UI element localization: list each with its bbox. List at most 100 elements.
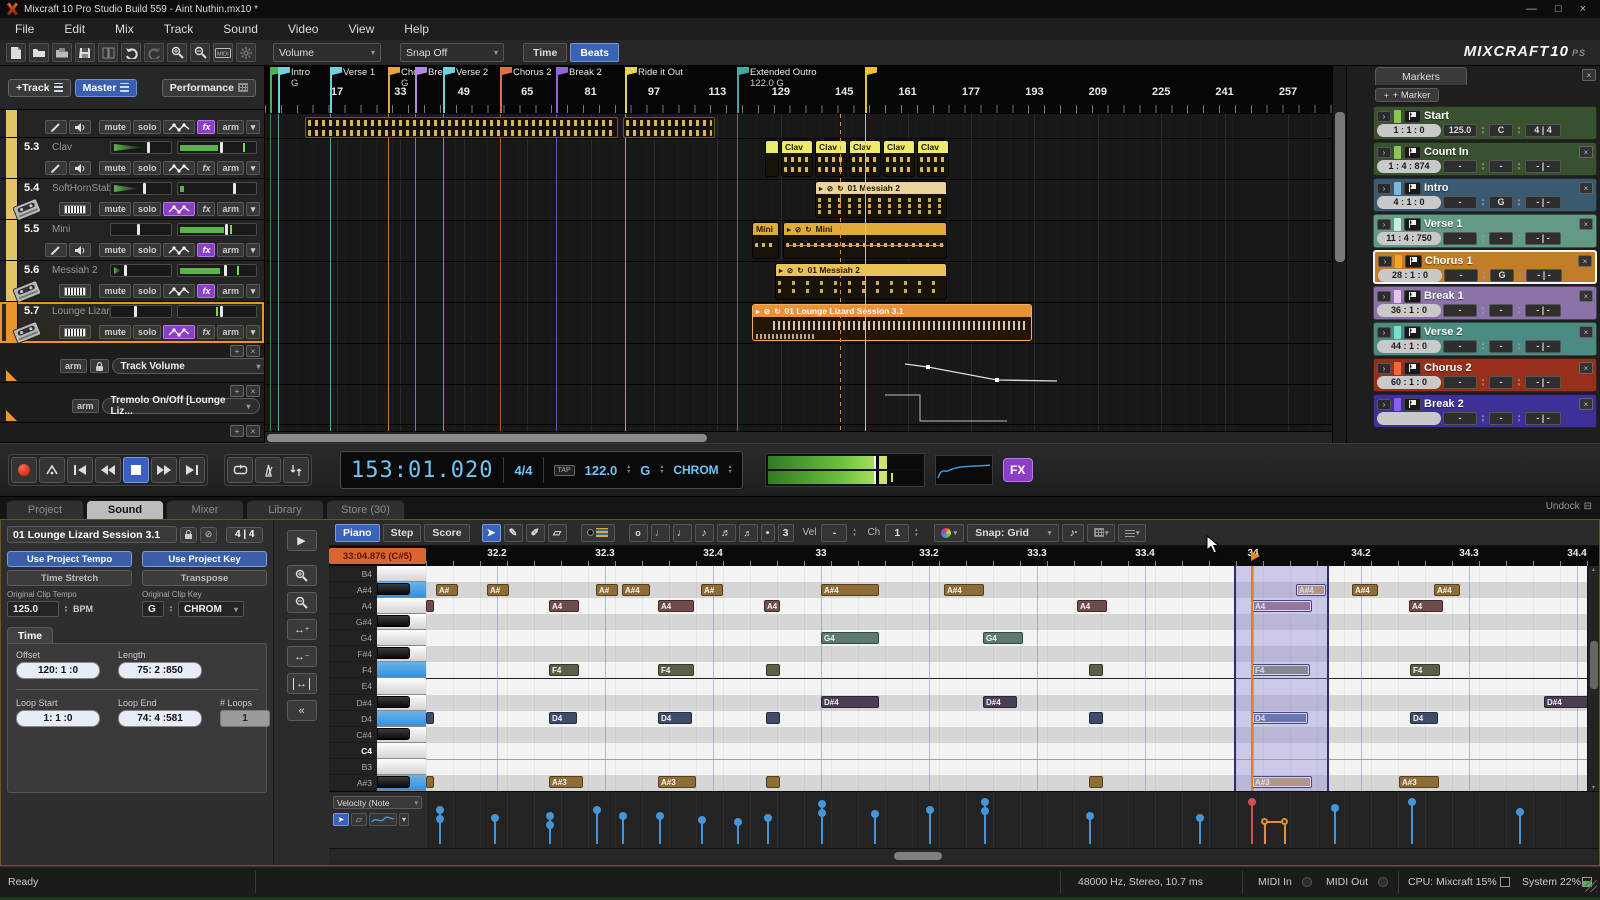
markers-panel-close-icon[interactable]: × bbox=[1582, 69, 1596, 81]
pan-slider[interactable] bbox=[110, 223, 172, 236]
midi-note[interactable] bbox=[426, 600, 434, 612]
rewind-button[interactable] bbox=[95, 457, 121, 483]
velocity-handle[interactable] bbox=[734, 818, 742, 826]
marker-position[interactable] bbox=[1377, 412, 1441, 425]
meter-readout[interactable]: 4/4 bbox=[514, 463, 532, 478]
marker-color-swatch[interactable] bbox=[1394, 218, 1401, 231]
h-zoom-out-icon[interactable]: ↔− bbox=[287, 646, 317, 667]
offset-field[interactable]: 120: 1 :0 bbox=[16, 662, 100, 679]
automation-icon[interactable] bbox=[163, 284, 195, 298]
punch-in-out-button[interactable] bbox=[283, 457, 309, 483]
resize-grip[interactable] bbox=[1585, 880, 1597, 892]
clip-header-icons[interactable]: ▸ ⊘ ↻ bbox=[756, 307, 782, 316]
minimize-button[interactable]: — bbox=[1526, 3, 1537, 15]
marker-tempo-spinner[interactable]: ▴▾ bbox=[1480, 271, 1488, 280]
velocity-type-select[interactable]: Velocity (Note▾ bbox=[333, 796, 422, 809]
piano-key-as3[interactable] bbox=[377, 775, 426, 791]
instrument-cassette-icon[interactable] bbox=[14, 284, 40, 299]
volume-slider[interactable] bbox=[177, 223, 257, 236]
automation-icon[interactable] bbox=[163, 325, 195, 339]
midi-note[interactable]: A4 bbox=[549, 600, 579, 612]
track-chevron-icon[interactable]: ▾ bbox=[246, 161, 260, 175]
marker-meter[interactable]: - | - bbox=[1525, 232, 1561, 245]
velocity-curve-tool[interactable] bbox=[369, 813, 397, 826]
loop-button[interactable] bbox=[227, 457, 253, 483]
clip-tempo-field[interactable]: 125.0 bbox=[7, 601, 59, 617]
track-chevron-icon[interactable]: ▾ bbox=[246, 202, 260, 216]
velocity-handle[interactable] bbox=[871, 810, 879, 818]
marker-entry-start[interactable]: ›Start1 : 1 : 0125.0▴▾C▴▾4 | 4 bbox=[1373, 106, 1597, 140]
redo-icon[interactable] bbox=[144, 43, 164, 62]
velocity-handle[interactable] bbox=[546, 821, 554, 829]
instrument-cassette-icon[interactable] bbox=[14, 325, 40, 340]
marker-expand-icon[interactable]: › bbox=[1378, 256, 1392, 267]
lane-param-select[interactable]: Tremolo On/Off [Lounge Liz...▾ bbox=[102, 398, 260, 414]
marker-tempo-spinner[interactable]: ▴▾ bbox=[1479, 234, 1487, 243]
lounge-lizard-clip selected-clip[interactable]: ▸ ⊘ ↻01 Lounge Lizard Session 3.1 bbox=[752, 304, 1032, 341]
velocity-handle[interactable] bbox=[656, 812, 664, 820]
clip-scale-select[interactable]: CHROM▾ bbox=[178, 601, 244, 617]
arm-button[interactable]: arm bbox=[217, 284, 244, 298]
marker-tempo[interactable]: 125.0 bbox=[1443, 124, 1477, 137]
pan-slider[interactable] bbox=[110, 141, 172, 154]
velocity-stem[interactable] bbox=[549, 816, 551, 844]
tab-library[interactable]: Library bbox=[246, 500, 324, 519]
automation-lane[interactable]: +×armTremolo On/Off [Lounge Liz...▾ bbox=[0, 383, 264, 423]
marker-close-icon[interactable]: × bbox=[1579, 290, 1593, 302]
automation-lane[interactable]: +×armTrack Volume▾ bbox=[0, 343, 264, 383]
skip-to-end-button[interactable] bbox=[179, 457, 205, 483]
marker-name[interactable]: Verse 2 bbox=[1424, 326, 1463, 338]
velocity-stem[interactable] bbox=[767, 818, 769, 844]
marker-color-swatch[interactable] bbox=[1395, 255, 1402, 268]
marker-key-spinner[interactable]: ▴▾ bbox=[1515, 342, 1523, 351]
track-row-5.4[interactable]: 5.4SoftHornStabsmutesolofxarm▾ bbox=[0, 179, 264, 220]
piano-key-d4[interactable] bbox=[377, 711, 426, 727]
lane-param-select[interactable]: Track Volume▾ bbox=[112, 358, 264, 374]
clip-area[interactable]: ClavClavClavClavClav▸ ⊘ ↻01 Messiah 2Min… bbox=[265, 114, 1332, 431]
selection-box[interactable] bbox=[1234, 566, 1329, 791]
speaker-icon[interactable] bbox=[69, 120, 91, 134]
master-track-button[interactable]: Master bbox=[75, 79, 138, 97]
menu-mix[interactable]: Mix bbox=[100, 20, 149, 38]
marker-meter[interactable]: - | - bbox=[1525, 304, 1561, 317]
triplet-icon[interactable]: 3 bbox=[778, 524, 794, 542]
select-tool-icon[interactable]: ➤ bbox=[482, 524, 501, 542]
mute-button[interactable]: mute bbox=[99, 325, 131, 339]
editor-play-button[interactable]: ▶ bbox=[287, 530, 317, 551]
marker-meter[interactable]: - | - bbox=[1525, 160, 1561, 173]
midi-note[interactable]: F4 bbox=[549, 664, 579, 676]
display-options-icon[interactable]: ▾ bbox=[1118, 524, 1146, 542]
tab-store-30-[interactable]: Store (30) bbox=[326, 500, 405, 519]
solo-button[interactable]: solo bbox=[133, 243, 162, 257]
volume-slider[interactable] bbox=[177, 264, 257, 277]
automation-icon[interactable] bbox=[163, 161, 195, 175]
marker-meter[interactable]: - | - bbox=[1525, 196, 1561, 209]
velocity-stem[interactable] bbox=[929, 810, 931, 844]
performance-button[interactable]: Performance bbox=[162, 79, 256, 97]
timeline-ruler[interactable]: 1733496581971131291451611771932092252412… bbox=[265, 66, 1332, 114]
velocity-stem[interactable] bbox=[622, 816, 624, 844]
track-row-5.5[interactable]: 5.5Minimutesolofxarm▾ bbox=[0, 220, 264, 261]
midi-note[interactable]: A# bbox=[436, 584, 458, 596]
velocity-stem[interactable] bbox=[596, 810, 598, 844]
midi-note[interactable] bbox=[426, 712, 434, 724]
velocity-stem[interactable] bbox=[1264, 822, 1266, 844]
midi-note[interactable]: D#4 bbox=[1544, 696, 1587, 708]
piano-key-gs4[interactable] bbox=[377, 614, 426, 630]
messiah-2-clip[interactable]: ▸ ⊘ ↻01 Messiah 2 bbox=[815, 181, 947, 218]
marker-position[interactable]: 11 : 4 : 750 bbox=[1377, 232, 1441, 245]
dotted-note-icon[interactable]: • bbox=[761, 524, 775, 542]
marker-color-swatch[interactable] bbox=[1394, 326, 1401, 339]
skip-to-start-button[interactable] bbox=[67, 457, 93, 483]
marker-entry-break-1[interactable]: ›Break 1×36 : 1 : 0-▴▾-▴▾- | - bbox=[1373, 286, 1597, 320]
automation-icon[interactable] bbox=[163, 202, 195, 216]
midi-note[interactable]: D4 bbox=[658, 712, 692, 724]
black-key[interactable] bbox=[377, 776, 410, 788]
maximize-button[interactable]: □ bbox=[1555, 3, 1562, 15]
midi-note[interactable] bbox=[766, 712, 780, 724]
menu-edit[interactable]: Edit bbox=[49, 20, 100, 38]
midi-note[interactable]: A# bbox=[701, 584, 723, 596]
marker-expand-icon[interactable]: › bbox=[1377, 363, 1391, 374]
draw-icon[interactable] bbox=[45, 120, 67, 134]
metronome-button[interactable] bbox=[255, 457, 281, 483]
